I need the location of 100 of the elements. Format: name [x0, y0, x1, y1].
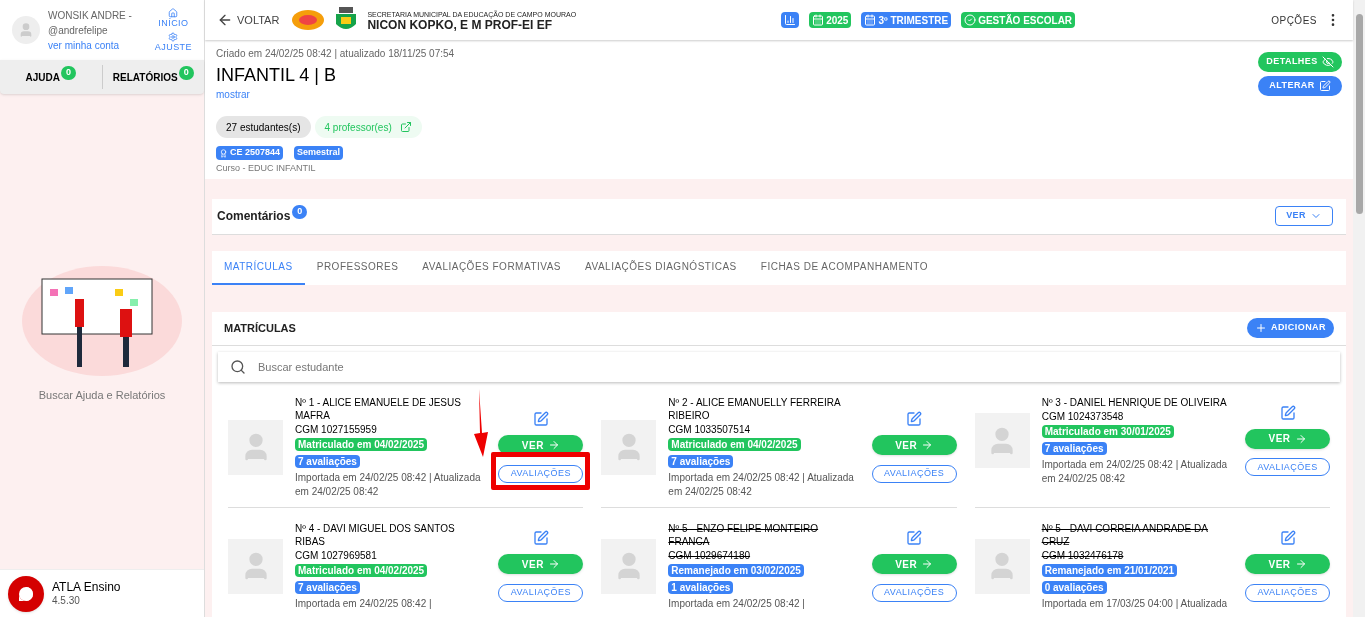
arrow-right-icon — [1294, 558, 1307, 570]
school-name: NICON KOPKO, E M PROF-EI EF — [367, 20, 554, 31]
view-button[interactable]: VER — [1245, 428, 1330, 449]
import-note: Importada em 17/03/25 04:00 | Atualizada — [1041, 596, 1228, 611]
edit-icon[interactable] — [906, 411, 923, 427]
evaluations-button[interactable]: AVALIAÇÕES — [871, 583, 957, 602]
student-name: Nº 5 - ENZO FELIPE MONTEIRO FRANCA — [668, 521, 820, 548]
teachers-link[interactable]: 4 professor(es) — [314, 116, 422, 138]
status-tag: Matriculado em 30/01/2025 — [1041, 424, 1174, 438]
evaluations-button[interactable]: AVALIAÇÕES — [1245, 583, 1330, 602]
evaluations-tag: 1 avaliações — [668, 580, 734, 594]
evaluations-button[interactable]: AVALIAÇÕES — [498, 583, 584, 602]
scrollbar[interactable] — [1353, 0, 1365, 617]
action-button[interactable]: DETALHES — [1258, 52, 1342, 72]
award-icon — [219, 148, 228, 158]
status-tag: Matriculado em 04/02/2025 — [295, 563, 428, 577]
student-name: Nº 1 - ALICE EMANUELE DE JESUS MAFRA — [295, 395, 462, 422]
student-cgm: CGM 1027969581 — [295, 548, 377, 562]
arrow-right-icon — [547, 439, 560, 451]
status-tag: Remanejado em 21/01/2021 — [1041, 563, 1178, 577]
comments-title: Comentários — [217, 208, 291, 225]
section-tab[interactable]: AVALIAÇÕES FORMATIVAS — [410, 250, 574, 285]
count-badge: 0 — [292, 205, 308, 219]
quick-link[interactable]: AJUSTE — [154, 32, 192, 52]
students-count-pill: 27 estudantes(s) — [216, 116, 311, 138]
section-title: MATRÍCULAS — [224, 320, 296, 336]
student-name: Nº 2 - ALICE EMANUELLY FERREIRA RIBEIRO — [668, 395, 842, 422]
check-circle-icon — [964, 14, 977, 26]
view-button[interactable]: VER — [498, 554, 584, 574]
chat-bubble-icon — [18, 585, 34, 602]
settings-icon — [168, 32, 179, 42]
show-link[interactable]: mostrar — [216, 87, 250, 102]
add-button[interactable]: ADICIONAR — [1246, 318, 1334, 338]
edit-icon[interactable] — [532, 530, 549, 546]
section-tab[interactable]: AVALIAÇÕES DIAGNÓSTICAS — [573, 250, 749, 285]
evaluations-tag: 7 avaliações — [295, 454, 360, 468]
section-tab[interactable]: FICHAS DE ACOMPANHAMENTO — [748, 250, 940, 285]
options-button[interactable]: OPÇÕES — [1271, 12, 1341, 28]
user-name: WONSIK ANDRE - — [48, 8, 132, 23]
help-caption: Buscar Ajuda e Relatórios — [38, 388, 166, 403]
status-tag: Remanejado em 03/02/2025 — [668, 563, 804, 577]
sun-emblem-icon — [291, 7, 326, 33]
edit-icon — [1318, 80, 1331, 92]
status-tag: Matriculado em 04/02/2025 — [295, 437, 428, 451]
action-button[interactable]: ALTERAR — [1258, 76, 1342, 96]
student-name: Nº 4 - DAVI MIGUEL DOS SANTOS RIBAS — [295, 521, 456, 548]
student-name: Nº 5 - DAVI CORREIA ANDRADE DA CRUZ — [1041, 521, 1209, 548]
import-note: Importada em 24/02/25 08:42 | — [668, 596, 805, 611]
app-version: 4.5.30 — [52, 593, 81, 608]
section-tab[interactable]: MATRÍCULAS — [212, 250, 305, 285]
section-tab[interactable]: PROFESSORES — [304, 250, 411, 285]
sidebar-tab[interactable]: AJUDA 0 — [0, 69, 102, 85]
period-tag: GESTÃO ESCOLAR — [961, 12, 1076, 28]
quick-link[interactable]: INÍCIO — [158, 8, 189, 28]
person-icon — [18, 22, 34, 38]
evaluations-tag: 7 avaliações — [295, 580, 360, 594]
import-note: Importada em 24/02/25 08:42 | Atualizada em 24/02/25 08:42 — [295, 470, 482, 499]
student-cgm: CGM 1032476178 — [1041, 548, 1124, 562]
view-button[interactable]: VER — [871, 435, 957, 455]
back-button[interactable]: VOLTAR — [217, 11, 280, 29]
evaluations-tag: 0 avaliações — [1041, 580, 1107, 594]
period-tag: 3º TRIMESTRE — [861, 12, 952, 28]
period-tag: 2025 — [809, 12, 852, 28]
student-cgm: CGM 1033507514 — [668, 422, 751, 436]
edit-icon[interactable] — [532, 411, 549, 427]
app-name: ATLA Ensino — [52, 579, 121, 594]
edit-icon[interactable] — [906, 530, 923, 546]
import-note: Importada em 24/02/25 08:42 | Atualizada em 24/02/25 08:42 — [668, 470, 855, 499]
search-field[interactable]: Buscar estudante — [218, 351, 1340, 382]
view-button[interactable]: VER — [871, 554, 957, 574]
student-name: Nº 3 - DANIEL HENRIQUE DE OLIVEIRA — [1041, 395, 1227, 409]
user-handle: @andrefelipe — [48, 23, 109, 38]
class-title: INFANTIL 4 | B — [216, 64, 337, 87]
class-meta: Criado em 24/02/25 08:42 | atualizado 18/11/25 07:54 — [216, 47, 455, 61]
import-note: Importada em 24/02/25 08:42 | — [295, 596, 432, 611]
account-link[interactable]: ver minha conta — [48, 37, 132, 53]
student-cgm: CGM 1029674180 — [668, 548, 751, 562]
plus-icon — [1254, 322, 1267, 334]
view-button[interactable]: VER — [498, 435, 584, 455]
student-cgm: CGM 1027155959 — [295, 422, 377, 436]
student-cgm: CGM 1024373548 — [1041, 409, 1124, 423]
view-comments-button[interactable]: VER — [1275, 206, 1333, 226]
sidebar-tab[interactable]: RELATÓRIOS 0 — [102, 69, 204, 85]
evaluations-tag: 7 avaliações — [1041, 441, 1107, 455]
count-badge: 0 — [178, 66, 194, 80]
external-link-icon — [399, 121, 412, 133]
view-button[interactable]: VER — [1245, 554, 1330, 574]
edit-icon[interactable] — [1279, 404, 1296, 421]
status-tag: Matriculado em 04/02/2025 — [668, 437, 801, 451]
class-badge: Semestral — [294, 146, 344, 160]
edit-icon[interactable] — [1279, 530, 1296, 546]
arrow-right-icon — [1294, 432, 1307, 445]
arrow-right-icon — [921, 439, 934, 451]
calendar-icon — [812, 14, 825, 26]
arrow-right-icon — [547, 558, 560, 570]
evaluations-button[interactable]: AVALIAÇÕES — [498, 464, 584, 483]
chat-button[interactable] — [8, 575, 44, 612]
home-icon — [168, 8, 179, 18]
evaluations-button[interactable]: AVALIAÇÕES — [871, 464, 957, 483]
evaluations-button[interactable]: AVALIAÇÕES — [1245, 458, 1330, 477]
